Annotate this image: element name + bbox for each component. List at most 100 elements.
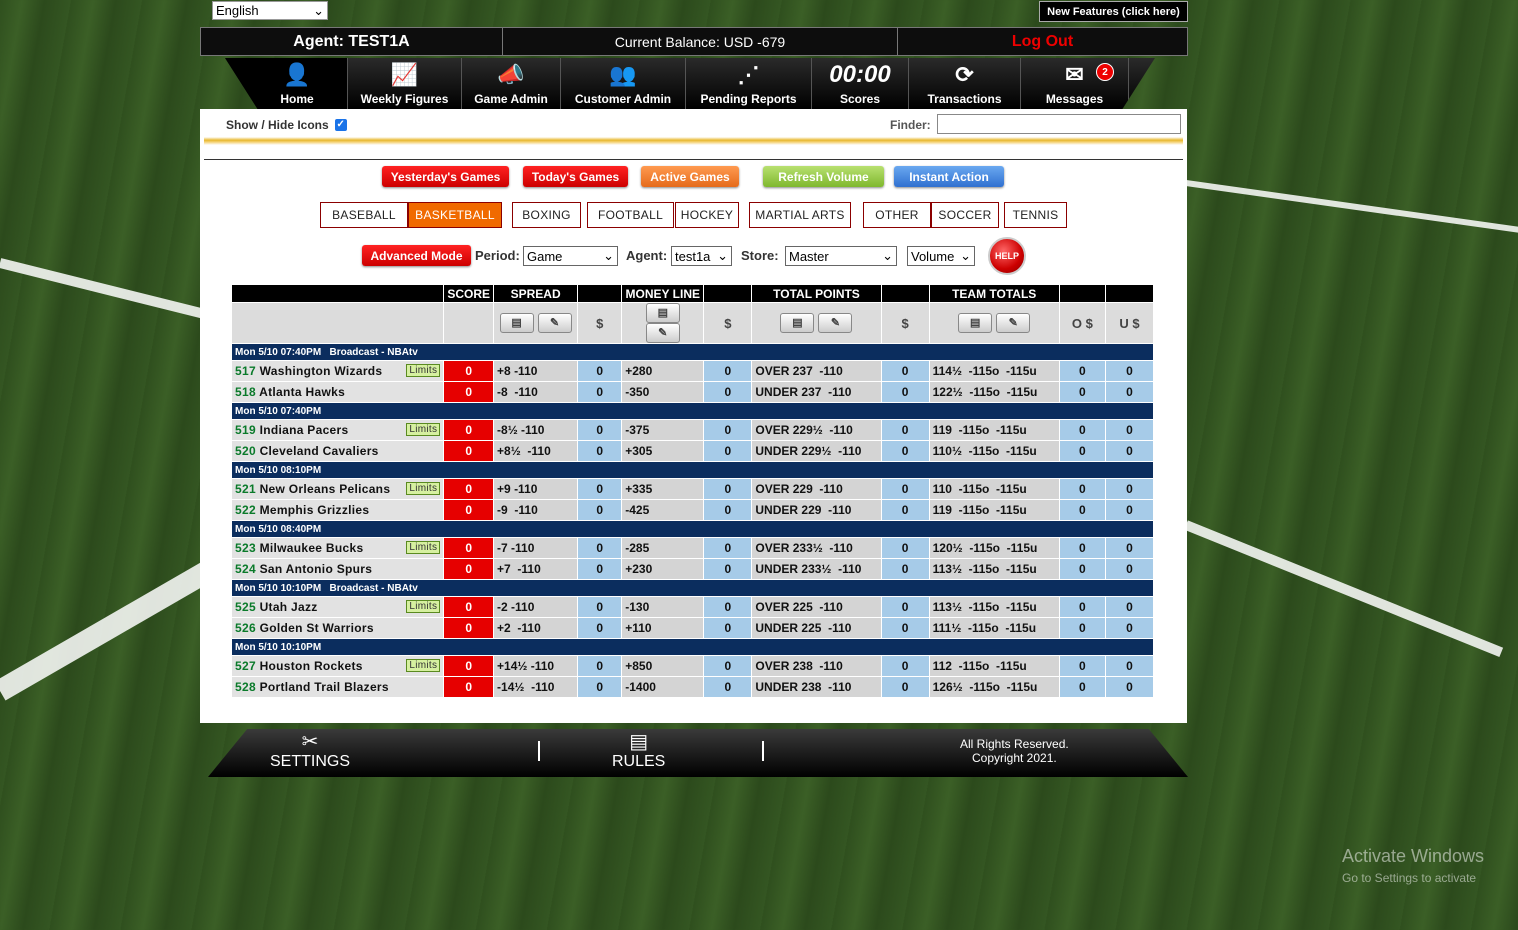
show-hide-checkbox[interactable]: ✓ — [334, 119, 347, 131]
team-totals-cell[interactable]: 113½ -115o -115u — [928, 558, 1060, 580]
limits-button[interactable]: Limits — [406, 364, 441, 377]
money-line-cell[interactable]: +110 — [621, 617, 705, 639]
logout-link[interactable]: Log Out — [898, 28, 1187, 55]
limits-button[interactable]: Limits — [406, 659, 441, 672]
limits-button[interactable]: Limits — [406, 423, 441, 436]
team-totals-cell[interactable]: 122½ -115o -115u — [928, 381, 1060, 403]
team-totals-edit-icon[interactable]: ✎ — [996, 313, 1031, 333]
settings-button[interactable]: ✂ SETTINGS — [270, 731, 350, 771]
new-features-button[interactable]: New Features (click here) — [1039, 1, 1188, 22]
nav-messages[interactable]: ✉ Messages 2 — [1021, 58, 1129, 109]
total-points-cell[interactable]: OVER 229½ -110 — [751, 419, 882, 441]
store-select[interactable]: Master ⌄ — [785, 246, 897, 266]
money-line-cell[interactable]: -1400 — [621, 676, 705, 698]
spread-cell[interactable]: -7 -110 — [493, 537, 579, 559]
nav-scores[interactable]: 00:00 Scores — [812, 58, 909, 109]
total-points-cell[interactable]: OVER 225 -110 — [751, 596, 882, 618]
team-totals-cell[interactable]: 111½ -115o -115u — [928, 617, 1060, 639]
sport-tab-basketball[interactable]: BASKETBALL — [408, 202, 502, 228]
team-totals-list-icon[interactable]: ▤ — [958, 313, 993, 333]
spread-cell[interactable]: -9 -110 — [493, 499, 579, 521]
money-line-cell[interactable]: +230 — [621, 558, 705, 580]
money-line-cell[interactable]: +305 — [621, 440, 705, 462]
instant-action-button[interactable]: Instant Action — [894, 166, 1004, 187]
spread-cell[interactable]: +7 -110 — [493, 558, 579, 580]
nav-transactions[interactable]: ⟳ Transactions — [909, 58, 1021, 109]
money-line-cell[interactable]: -375 — [621, 419, 705, 441]
period-select[interactable]: Game ⌄ — [523, 246, 618, 266]
help-button[interactable]: HELP — [988, 237, 1026, 275]
limits-button[interactable]: Limits — [406, 600, 441, 613]
nav-weekly-figures[interactable]: 📈 Weekly Figures — [348, 58, 462, 109]
team-totals-cell[interactable]: 112 -115o -115u — [928, 655, 1060, 677]
spread-list-icon[interactable]: ▤ — [499, 313, 534, 333]
score-cell[interactable]: 0 — [443, 596, 495, 618]
team-totals-cell[interactable]: 113½ -115o -115u — [928, 596, 1060, 618]
sport-tab-football[interactable]: FOOTBALL — [587, 202, 674, 228]
money-line-cell[interactable]: -425 — [621, 499, 705, 521]
nav-game-admin[interactable]: 📣 Game Admin — [462, 58, 561, 109]
show-hide-icons[interactable]: Show / Hide Icons ✓ — [226, 118, 347, 132]
total-points-cell[interactable]: UNDER 225 -110 — [751, 617, 882, 639]
money-line-cell[interactable]: -350 — [621, 381, 705, 403]
money-line-list-icon[interactable]: ▤ — [645, 303, 680, 323]
score-cell[interactable]: 0 — [443, 478, 495, 500]
team-totals-cell[interactable]: 114½ -115o -115u — [928, 360, 1060, 382]
spread-cell[interactable]: -8 -110 — [493, 381, 579, 403]
team-totals-cell[interactable]: 119 -115o -115u — [928, 499, 1060, 521]
todays-games-button[interactable]: Today's Games — [523, 166, 628, 187]
refresh-volume-button[interactable]: Refresh Volume — [763, 166, 884, 187]
limits-button[interactable]: Limits — [406, 541, 441, 554]
rules-button[interactable]: ▤ RULES — [612, 731, 665, 771]
total-points-cell[interactable]: OVER 229 -110 — [751, 478, 882, 500]
money-line-cell[interactable]: -130 — [621, 596, 705, 618]
limits-button[interactable]: Limits — [406, 482, 441, 495]
score-cell[interactable]: 0 — [443, 537, 495, 559]
agent-select[interactable]: test1a ⌄ — [671, 246, 732, 266]
spread-cell[interactable]: -2 -110 — [493, 596, 579, 618]
score-cell[interactable]: 0 — [443, 419, 495, 441]
active-games-button[interactable]: Active Games — [641, 166, 739, 187]
sport-tab-martial-arts[interactable]: MARTIAL ARTS — [749, 202, 851, 228]
team-totals-cell[interactable]: 120½ -115o -115u — [928, 537, 1060, 559]
spread-cell[interactable]: +14½ -110 — [493, 655, 579, 677]
score-cell[interactable]: 0 — [443, 676, 495, 698]
total-points-cell[interactable]: UNDER 233½ -110 — [751, 558, 882, 580]
spread-edit-icon[interactable]: ✎ — [537, 313, 572, 333]
nav-customer-admin[interactable]: 👥 Customer Admin — [561, 58, 686, 109]
spread-cell[interactable]: +9 -110 — [493, 478, 579, 500]
team-totals-cell[interactable]: 110 -115o -115u — [928, 478, 1060, 500]
volume-select[interactable]: Volume ⌄ — [907, 246, 975, 266]
spread-cell[interactable]: -14½ -110 — [493, 676, 579, 698]
finder-input[interactable] — [937, 114, 1181, 134]
score-cell[interactable]: 0 — [443, 381, 495, 403]
spread-cell[interactable]: -8½ -110 — [493, 419, 579, 441]
team-totals-cell[interactable]: 110½ -115o -115u — [928, 440, 1060, 462]
score-cell[interactable]: 0 — [443, 617, 495, 639]
score-cell[interactable]: 0 — [443, 655, 495, 677]
team-totals-cell[interactable]: 119 -115o -115u — [928, 419, 1060, 441]
total-points-cell[interactable]: UNDER 229½ -110 — [751, 440, 882, 462]
nav-pending-reports[interactable]: ⋰ Pending Reports — [686, 58, 812, 109]
spread-cell[interactable]: +8½ -110 — [493, 440, 579, 462]
spread-cell[interactable]: +8 -110 — [493, 360, 579, 382]
money-line-cell[interactable]: +280 — [621, 360, 705, 382]
score-cell[interactable]: 0 — [443, 499, 495, 521]
language-select[interactable]: English ⌄ — [212, 1, 328, 20]
sport-tab-boxing[interactable]: BOXING — [512, 202, 581, 228]
score-cell[interactable]: 0 — [443, 558, 495, 580]
score-cell[interactable]: 0 — [443, 360, 495, 382]
nav-home[interactable]: 👤 Home — [225, 58, 348, 109]
money-line-cell[interactable]: +335 — [621, 478, 705, 500]
total-points-cell[interactable]: OVER 233½ -110 — [751, 537, 882, 559]
total-points-edit-icon[interactable]: ✎ — [818, 313, 853, 333]
total-points-cell[interactable]: OVER 238 -110 — [751, 655, 882, 677]
total-points-list-icon[interactable]: ▤ — [780, 313, 815, 333]
sport-tab-baseball[interactable]: BASEBALL — [320, 202, 408, 228]
score-cell[interactable]: 0 — [443, 440, 495, 462]
advanced-mode-button[interactable]: Advanced Mode — [362, 245, 471, 266]
spread-cell[interactable]: +2 -110 — [493, 617, 579, 639]
sport-tab-tennis[interactable]: TENNIS — [1004, 202, 1067, 228]
total-points-cell[interactable]: UNDER 238 -110 — [751, 676, 882, 698]
total-points-cell[interactable]: UNDER 237 -110 — [751, 381, 882, 403]
